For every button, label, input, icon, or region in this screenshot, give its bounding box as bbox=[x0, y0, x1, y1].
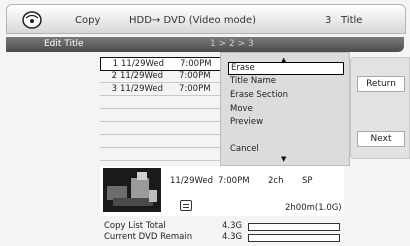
copy-list-total-bar bbox=[248, 223, 340, 231]
menu-item-move[interactable]: Move bbox=[228, 104, 342, 115]
empty-row bbox=[100, 135, 240, 148]
title-count: 3 bbox=[325, 15, 332, 26]
title-row[interactable]: 3 11/29Wed 7:00PM bbox=[100, 83, 240, 96]
empty-row bbox=[100, 109, 240, 122]
title-number: 3 bbox=[111, 84, 117, 94]
next-button[interactable]: Next bbox=[357, 131, 405, 147]
edit-title-bar: Edit Title 1 > 2 > 3 bbox=[6, 37, 404, 52]
dvd-remain-label: Current DVD Remain bbox=[104, 232, 193, 242]
preview-channel: 2ch bbox=[268, 176, 284, 186]
page-indicator: 1 > 2 > 3 bbox=[210, 39, 254, 49]
header-app-label: Copy bbox=[75, 15, 101, 26]
menu-item-erase[interactable]: Erase bbox=[228, 62, 344, 75]
preview-time: 7:00PM bbox=[218, 176, 250, 186]
title-number: 1 bbox=[112, 59, 118, 69]
disc-icon bbox=[22, 11, 42, 29]
title-number: 2 bbox=[111, 71, 117, 81]
title-row[interactable]: 2 11/29Wed 7:00PM bbox=[100, 70, 240, 83]
preview-duration: 2h00m(1.0G) bbox=[285, 203, 342, 213]
menu-item-title-name[interactable]: Title Name bbox=[228, 76, 342, 87]
title-time: 7:00PM bbox=[179, 71, 211, 81]
title-date: 11/29Wed bbox=[120, 84, 164, 94]
header-mode: HDD→ DVD (Video mode) bbox=[129, 15, 257, 26]
return-button[interactable]: Return bbox=[357, 76, 405, 92]
thumbnail-image bbox=[103, 168, 161, 212]
empty-row bbox=[100, 148, 240, 161]
dvd-remain-bar bbox=[248, 234, 340, 242]
empty-row bbox=[100, 96, 240, 109]
preview-date: 11/29Wed bbox=[170, 176, 214, 186]
menu-item-cancel[interactable]: Cancel bbox=[228, 144, 342, 155]
title-date: 11/29Wed bbox=[120, 71, 164, 81]
page-title: Edit Title bbox=[44, 39, 84, 49]
dvd-remain-value: 4.3G bbox=[222, 232, 243, 242]
title-count-label: Title bbox=[341, 15, 363, 26]
preview-quality: SP bbox=[302, 176, 313, 186]
down-arrow-icon[interactable]: ▼ bbox=[281, 155, 286, 163]
title-time: 7:00PM bbox=[180, 59, 212, 69]
title-time: 7:00PM bbox=[179, 84, 211, 94]
header-bar: Copy HDD→ DVD (Video mode) 3 Title bbox=[6, 4, 406, 34]
menu-item-erase-section[interactable]: Erase Section bbox=[228, 90, 342, 101]
memo-icon bbox=[180, 200, 192, 211]
empty-row bbox=[100, 122, 240, 135]
copy-list-total-label: Copy List Total bbox=[104, 221, 166, 231]
menu-item-preview[interactable]: Preview bbox=[228, 117, 342, 128]
copy-list-total-value: 4.3G bbox=[222, 221, 243, 231]
title-date: 11/29Wed bbox=[121, 59, 165, 69]
